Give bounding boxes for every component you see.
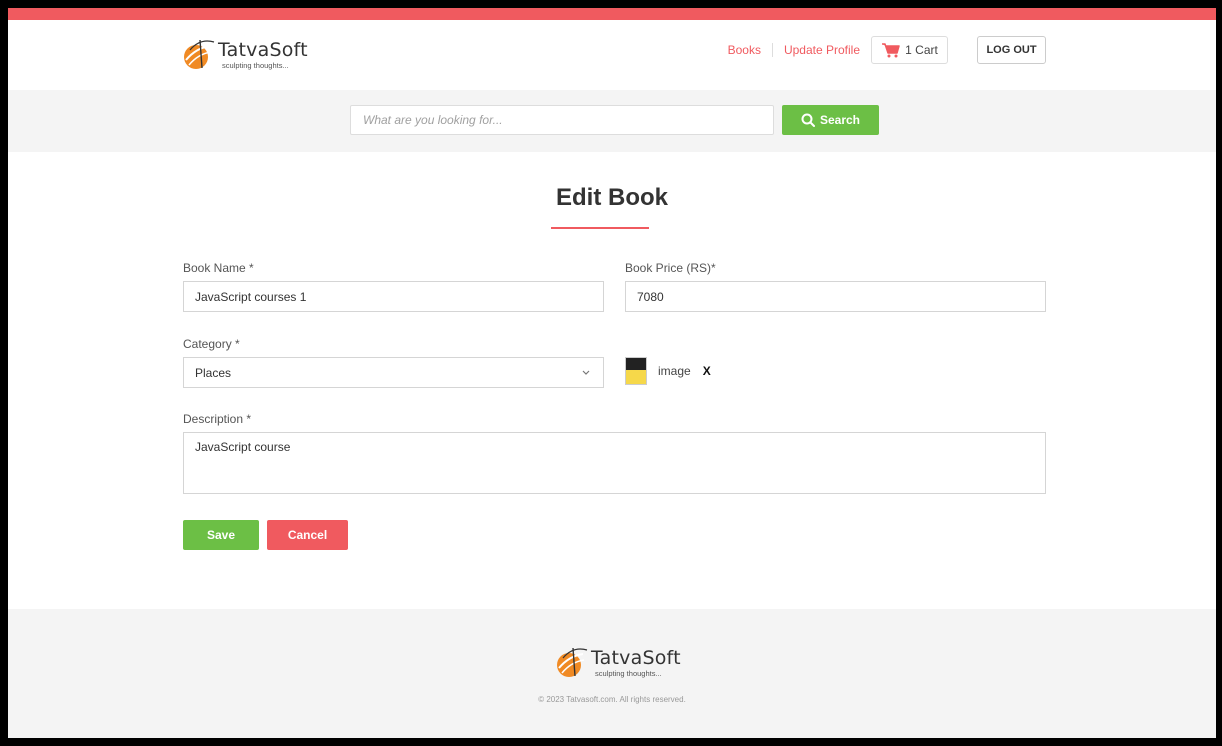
- footer-brand-tagline: sculpting thoughts...: [595, 668, 662, 678]
- category-label: Category *: [183, 337, 240, 351]
- search-bar: Search: [8, 90, 1216, 152]
- category-select[interactable]: Places: [183, 357, 604, 388]
- category-selected-value: Places: [195, 365, 232, 380]
- save-button[interactable]: Save: [183, 520, 259, 550]
- book-cover-thumbnail: [625, 357, 647, 385]
- image-label: image: [658, 364, 691, 378]
- page-title: Edit Book: [556, 184, 668, 211]
- image-preview: image X: [625, 357, 711, 385]
- title-underline: [551, 227, 649, 229]
- footer-logo[interactable]: TatvaSoft sculpting thoughts...: [553, 646, 681, 680]
- footer-brand-name: TatvaSoft: [591, 646, 681, 669]
- book-name-label: Book Name *: [183, 261, 254, 275]
- search-input[interactable]: [350, 105, 774, 135]
- logout-button[interactable]: LOG OUT: [977, 36, 1046, 64]
- book-price-field[interactable]: [625, 281, 1046, 312]
- edit-book-form: Edit Book Book Name * Book Price (RS)* C…: [8, 152, 1216, 611]
- cart-icon: [882, 43, 900, 58]
- cart-label: 1 Cart: [905, 43, 938, 57]
- footer-logo-globe-icon: [553, 646, 589, 680]
- search-icon: [801, 113, 815, 127]
- cart-button[interactable]: 1 Cart: [871, 36, 948, 64]
- remove-image-button[interactable]: X: [703, 364, 711, 378]
- top-accent-bar: [8, 8, 1216, 20]
- footer-copyright: © 2023 Tatvasoft.com. All rights reserve…: [538, 695, 686, 704]
- logo-globe-icon: [180, 38, 216, 72]
- brand-name: TatvaSoft: [218, 38, 308, 61]
- footer: TatvaSoft sculpting thoughts... © 2023 T…: [8, 609, 1216, 738]
- book-name-field[interactable]: [183, 281, 604, 312]
- chevron-down-icon: [582, 370, 590, 375]
- search-button[interactable]: Search: [782, 105, 879, 135]
- description-label: Description *: [183, 412, 252, 426]
- nav-divider: [771, 43, 773, 57]
- search-button-label: Search: [819, 113, 861, 127]
- book-price-label: Book Price (RS)*: [625, 261, 716, 275]
- brand-logo[interactable]: TatvaSoft sculpting thoughts...: [180, 38, 308, 72]
- nav-books-link[interactable]: Books: [728, 43, 761, 57]
- nav-update-profile-link[interactable]: Update Profile: [784, 43, 860, 57]
- description-field[interactable]: JavaScript course: [183, 432, 1046, 494]
- app-window: TatvaSoft sculpting thoughts... Books Up…: [8, 8, 1216, 738]
- header-nav: Books Update Profile 1 Cart LOG OUT: [728, 36, 1216, 64]
- brand-tagline: sculpting thoughts...: [222, 60, 289, 70]
- cancel-button[interactable]: Cancel: [267, 520, 348, 550]
- header: TatvaSoft sculpting thoughts... Books Up…: [8, 20, 1216, 90]
